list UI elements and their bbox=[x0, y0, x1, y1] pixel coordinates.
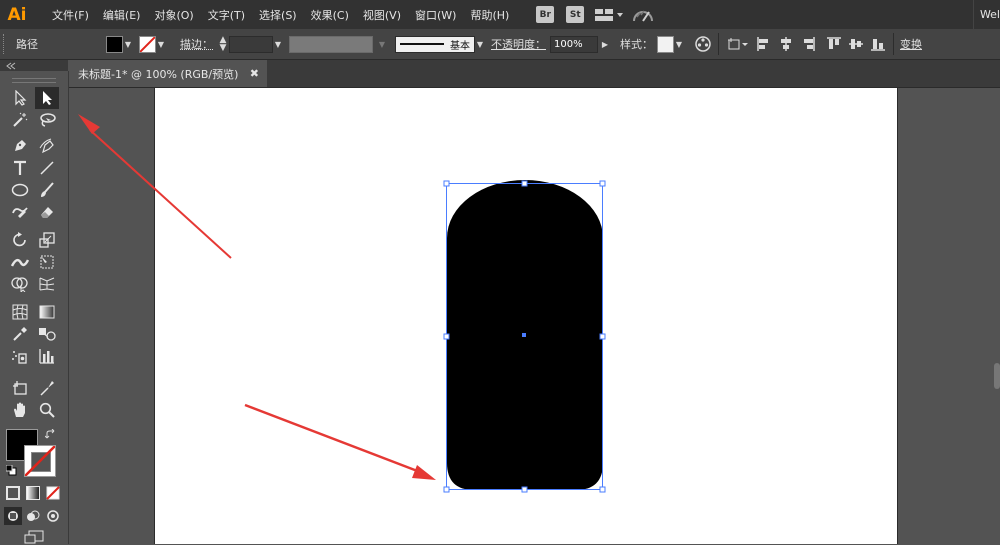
symbol-sprayer-tool-icon[interactable] bbox=[8, 345, 32, 367]
default-fill-stroke-icon[interactable] bbox=[5, 464, 17, 476]
arrange-documents-icon[interactable] bbox=[594, 6, 624, 24]
ellipse-tool-icon[interactable] bbox=[8, 179, 32, 201]
shape-builder-tool-icon[interactable] bbox=[8, 273, 32, 295]
blend-tool-icon[interactable] bbox=[35, 323, 59, 345]
graphic-style-swatch[interactable] bbox=[657, 35, 674, 53]
chevron-right-icon[interactable]: ▶ bbox=[598, 36, 612, 53]
gradient-mode-icon[interactable] bbox=[24, 485, 42, 501]
column-graph-tool-icon[interactable] bbox=[35, 345, 59, 367]
selection-type-label: 路径 bbox=[16, 38, 38, 51]
fill-swatch[interactable] bbox=[106, 35, 123, 53]
magic-wand-tool-icon[interactable] bbox=[8, 109, 32, 131]
align-right-icon[interactable] bbox=[799, 35, 817, 53]
align-to-icon[interactable] bbox=[725, 35, 751, 53]
stock-button[interactable]: St bbox=[566, 6, 585, 23]
menu-help[interactable]: 帮助(H) bbox=[463, 0, 516, 29]
screen-mode-icon[interactable] bbox=[22, 529, 46, 545]
perspective-grid-tool-icon[interactable] bbox=[35, 273, 59, 295]
menu-object[interactable]: 对象(O) bbox=[147, 0, 200, 29]
recolor-artwork-icon[interactable] bbox=[694, 35, 712, 53]
tools-panel-grip[interactable] bbox=[12, 78, 56, 83]
slice-tool-icon[interactable] bbox=[35, 377, 59, 399]
swap-fill-stroke-icon[interactable] bbox=[44, 428, 57, 441]
draw-inside-icon[interactable] bbox=[44, 507, 62, 525]
shaper-tool-icon[interactable] bbox=[8, 201, 32, 223]
menu-select[interactable]: 选择(S) bbox=[252, 0, 304, 29]
stroke-color-swatch[interactable] bbox=[24, 445, 56, 477]
control-bar: 路径 ▼ ▼ 描边： ▲ ▼ ▼ ▼ 基本 ▼ 不透明度： 100% ▶ 样式： … bbox=[0, 29, 1000, 60]
opacity-input[interactable]: 100% bbox=[550, 35, 598, 53]
canvas-area[interactable] bbox=[69, 88, 1000, 544]
chevron-down-icon: ▼ bbox=[378, 39, 386, 49]
menu-effect[interactable]: 效果(C) bbox=[304, 0, 356, 29]
menu-view[interactable]: 视图(V) bbox=[356, 0, 408, 29]
tools-panel bbox=[0, 71, 69, 544]
paintbrush-tool-icon[interactable] bbox=[35, 179, 59, 201]
zoom-tool-icon[interactable] bbox=[35, 399, 59, 421]
eraser-tool-icon[interactable] bbox=[35, 201, 59, 223]
scale-tool-icon[interactable] bbox=[35, 229, 59, 251]
control-bar-grip[interactable] bbox=[3, 34, 8, 54]
align-top-icon[interactable] bbox=[825, 35, 843, 53]
menu-edit[interactable]: 编辑(E) bbox=[96, 0, 148, 29]
vertical-scrollbar-thumb[interactable] bbox=[994, 363, 1000, 389]
brush-label: 基本 bbox=[450, 40, 470, 52]
lasso-tool-icon[interactable] bbox=[35, 109, 59, 131]
align-left-icon[interactable] bbox=[755, 35, 773, 53]
rotate-tool-icon[interactable] bbox=[8, 229, 32, 251]
chevron-down-icon[interactable]: ▼ bbox=[674, 36, 684, 53]
app-logo: Ai bbox=[7, 4, 27, 25]
variable-width-profile[interactable] bbox=[289, 35, 373, 53]
align-vertical-center-icon[interactable] bbox=[847, 35, 865, 53]
chevron-down-icon[interactable]: ▼ bbox=[123, 36, 133, 53]
draw-behind-icon[interactable] bbox=[24, 507, 42, 525]
mesh-tool-icon[interactable] bbox=[8, 301, 32, 323]
menu-type[interactable]: 文字(T) bbox=[201, 0, 252, 29]
stroke-label: 描边： bbox=[180, 38, 213, 51]
chevron-down-icon[interactable]: ▼ bbox=[156, 36, 166, 53]
align-bottom-icon[interactable] bbox=[869, 35, 887, 53]
transform-button[interactable]: 变换 bbox=[900, 36, 922, 52]
gradient-tool-icon[interactable] bbox=[35, 301, 59, 323]
pen-tool-icon[interactable] bbox=[8, 135, 32, 157]
close-icon[interactable]: ✖ bbox=[250, 67, 259, 80]
chevron-down-icon[interactable]: ▼ bbox=[273, 36, 283, 53]
hand-tool-icon[interactable] bbox=[8, 399, 32, 421]
free-transform-tool-icon[interactable] bbox=[35, 251, 59, 273]
selection-tool-icon[interactable] bbox=[8, 87, 32, 109]
color-mode-icon[interactable] bbox=[4, 485, 22, 501]
opacity-label: 不透明度： bbox=[491, 38, 546, 51]
width-tool-icon[interactable] bbox=[8, 251, 32, 273]
toolbar-header[interactable] bbox=[0, 60, 68, 71]
workspace-switcher[interactable]: Wel bbox=[980, 8, 1000, 21]
document-tab-bar: 未标题-1* @ 100% (RGB/预览) ✖ bbox=[69, 60, 1000, 88]
artboard[interactable] bbox=[154, 88, 898, 544]
gpu-performance-icon[interactable] bbox=[632, 6, 662, 24]
line-segment-tool-icon[interactable] bbox=[35, 157, 59, 179]
artboard-tool-icon[interactable] bbox=[8, 377, 32, 399]
document-tab-title: 未标题-1* @ 100% (RGB/预览) bbox=[78, 67, 239, 81]
bridge-button[interactable]: Br bbox=[536, 6, 555, 23]
stroke-weight-stepper[interactable]: ▲ ▼ bbox=[217, 36, 229, 53]
brush-line-icon bbox=[400, 43, 444, 45]
brush-definition[interactable]: 基本 bbox=[395, 35, 475, 53]
curvature-tool-icon[interactable] bbox=[35, 135, 59, 157]
style-label: 样式： bbox=[620, 38, 653, 51]
menu-window[interactable]: 窗口(W) bbox=[408, 0, 463, 29]
none-mode-icon[interactable] bbox=[44, 485, 62, 501]
eyedropper-tool-icon[interactable] bbox=[8, 323, 32, 345]
align-horizontal-center-icon[interactable] bbox=[777, 35, 795, 53]
type-tool-icon[interactable] bbox=[8, 157, 32, 179]
stroke-swatch[interactable] bbox=[139, 35, 156, 53]
stroke-weight-input[interactable] bbox=[229, 35, 273, 53]
draw-normal-icon[interactable] bbox=[4, 507, 22, 525]
menu-bar: Ai 文件(F) 编辑(E) 对象(O) 文字(T) 选择(S) 效果(C) 视… bbox=[0, 0, 1000, 29]
menu-file[interactable]: 文件(F) bbox=[45, 0, 96, 29]
chevron-down-icon[interactable]: ▼ bbox=[475, 36, 485, 53]
direct-selection-tool-icon[interactable] bbox=[35, 87, 59, 109]
document-tab[interactable]: 未标题-1* @ 100% (RGB/预览) ✖ bbox=[69, 60, 267, 87]
